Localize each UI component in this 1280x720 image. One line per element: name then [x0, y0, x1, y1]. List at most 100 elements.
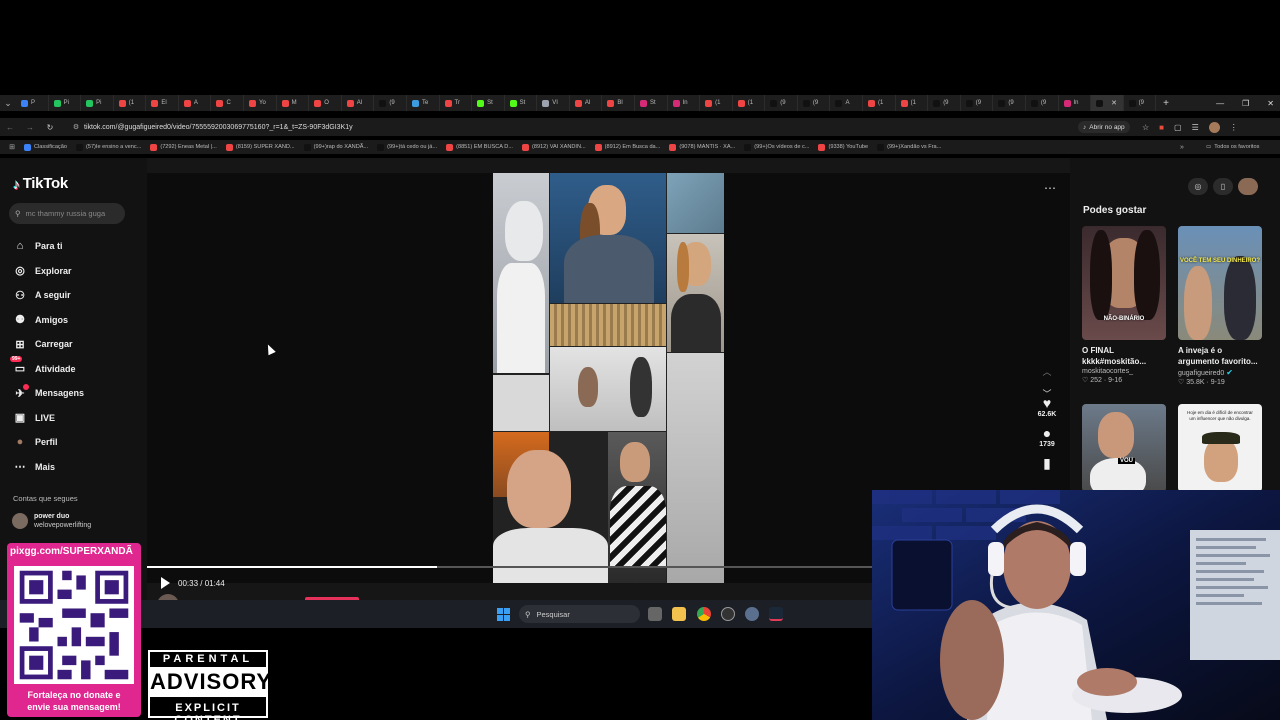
bookmark-item[interactable]: (8912) VAI XANDIN...: [521, 143, 586, 151]
browser-tab[interactable]: Te: [407, 95, 440, 111]
settings-icon[interactable]: [745, 607, 759, 621]
bookmark-item[interactable]: (99+)Xandão vs Fra...: [877, 143, 941, 151]
steam-icon[interactable]: [769, 607, 783, 621]
compass-small-icon[interactable]: ◎: [1188, 178, 1208, 195]
browser-tab[interactable]: (1: [863, 95, 896, 111]
browser-tab[interactable]: Al: [342, 95, 375, 111]
browser-tab[interactable]: St: [635, 95, 668, 111]
browser-tab[interactable]: O: [309, 95, 342, 111]
nav-item[interactable]: ⚉ Amigos: [13, 308, 84, 333]
video-progress-bar[interactable]: [147, 566, 872, 568]
bookmark-item[interactable]: (7292) Eneas Metal |...: [150, 143, 217, 151]
suggestion-card[interactable]: NÃO-BINÁRIO O FINAL kkkk#moskitão... mos…: [1082, 226, 1166, 384]
browser-tab[interactable]: (9: [961, 95, 994, 111]
browser-tab[interactable]: In: [1059, 95, 1092, 111]
browser-tab[interactable]: (9: [993, 95, 1026, 111]
bookmark-item[interactable]: (8851) EM BUSCA D...: [446, 143, 513, 151]
browser-tab[interactable]: (1: [896, 95, 929, 111]
browser-tab[interactable]: (9: [765, 95, 798, 111]
bookmark-star-icon[interactable]: ☆: [1142, 123, 1149, 132]
maximize-icon[interactable]: ❐: [1242, 99, 1249, 108]
browser-tab[interactable]: ✕: [1091, 95, 1124, 111]
back-icon[interactable]: ←: [0, 123, 20, 132]
nav-item[interactable]: ● Perfil: [13, 430, 84, 455]
comment-icon[interactable]: ●: [1043, 425, 1051, 441]
bookmark-item[interactable]: (9338) YouTube: [818, 143, 868, 151]
play-icon[interactable]: [161, 577, 170, 589]
windows-start-icon[interactable]: [497, 608, 510, 621]
browser-tab[interactable]: Tr: [440, 95, 473, 111]
browser-tab[interactable]: El: [146, 95, 179, 111]
chevron-up-icon[interactable]: ︿: [1040, 361, 1054, 383]
all-favorites-button[interactable]: ▭ Todos os favoritos: [1206, 140, 1259, 154]
tab-close-icon[interactable]: ✕: [1111, 99, 1117, 107]
browser-tab[interactable]: A: [830, 95, 864, 111]
bookmark-item[interactable]: (9078) MANTIS · XA...: [669, 143, 735, 151]
browser-tab[interactable]: In: [668, 95, 701, 111]
heart-icon[interactable]: ♥: [1043, 395, 1051, 411]
app-icon[interactable]: [721, 607, 735, 621]
bookmark-item[interactable]: (8912) Em Busca da...: [594, 143, 660, 151]
profile-avatar[interactable]: [1208, 121, 1220, 133]
browser-tab[interactable]: Yo: [244, 95, 277, 111]
task-view-icon[interactable]: [648, 607, 662, 621]
browser-tab[interactable]: (9: [1026, 95, 1059, 111]
following-item[interactable]: power duo welovepowerlifting: [12, 512, 91, 530]
menu-icon[interactable]: ⋮: [1230, 123, 1238, 132]
browser-tab[interactable]: Pi: [81, 95, 114, 111]
more-options-icon[interactable]: ⋯: [1044, 181, 1056, 195]
browser-tab[interactable]: Al: [570, 95, 603, 111]
bookmark-item[interactable]: (8159) SUPER XAND...: [225, 143, 295, 151]
search-input[interactable]: ⚲ mc thammy russia guga: [9, 203, 125, 224]
nav-item[interactable]: ✈ Mensagens: [13, 381, 84, 406]
suggestion-card[interactable]: VOU: [1082, 404, 1166, 492]
nav-item[interactable]: ⌂ Para ti: [13, 234, 84, 259]
reload-icon[interactable]: ↻: [40, 123, 60, 132]
file-explorer-icon[interactable]: [672, 607, 686, 621]
browser-tab[interactable]: (1: [114, 95, 147, 111]
tab-search-button[interactable]: ⌄: [0, 95, 16, 111]
side-panel-icon[interactable]: ☰: [1192, 123, 1199, 132]
browser-tab[interactable]: P: [16, 95, 49, 111]
browser-tab[interactable]: M: [277, 95, 310, 111]
close-window-icon[interactable]: ✕: [1267, 99, 1274, 108]
suggestion-card[interactable]: VOCÊ TEM SEU DINHEIRO? A inveja é o argu…: [1178, 226, 1262, 386]
bookmark-item[interactable]: (99+)rap do XANDÃ...: [303, 143, 368, 151]
nav-item[interactable]: ⊞ Carregar: [13, 332, 84, 357]
browser-tab[interactable]: Bl: [602, 95, 635, 111]
browser-tab[interactable]: (9: [928, 95, 961, 111]
apps-grid-icon[interactable]: ⊞: [0, 143, 24, 151]
nav-item[interactable]: ▣ LIVE: [13, 406, 84, 431]
taskbar-search[interactable]: ⚲ Pesquisar: [519, 605, 640, 623]
bookmark-item[interactable]: Classificação: [24, 143, 67, 151]
profile-avatar-small[interactable]: [1238, 178, 1258, 195]
minimize-icon[interactable]: —: [1216, 99, 1224, 108]
nav-item[interactable]: ⋯ Mais: [13, 455, 84, 480]
nav-item[interactable]: ◎ Explorar: [13, 259, 84, 284]
tiktok-logo[interactable]: ♪ TikTok: [13, 175, 68, 192]
phone-icon[interactable]: ▯: [1213, 178, 1233, 195]
browser-tab[interactable]: (9: [374, 95, 407, 111]
extension-icon[interactable]: ▢: [1174, 123, 1182, 132]
browser-tab[interactable]: St: [472, 95, 505, 111]
forward-icon[interactable]: →: [20, 123, 40, 132]
browser-tab[interactable]: VI: [537, 95, 570, 111]
address-bar[interactable]: ⚙ tiktok.com/@gugafigueired0/video/75555…: [68, 118, 1078, 136]
browser-tab[interactable]: (9: [798, 95, 831, 111]
chrome-icon[interactable]: [697, 607, 711, 621]
bookmark-item[interactable]: (57)Ie ensino a venc...: [75, 143, 141, 151]
browser-tab[interactable]: Pi: [49, 95, 82, 111]
browser-tab[interactable]: St: [505, 95, 538, 111]
browser-tab[interactable]: A: [179, 95, 212, 111]
site-info-icon[interactable]: ⚙: [68, 123, 84, 131]
open-in-app-button[interactable]: ♪ Abrir no app: [1078, 121, 1130, 133]
nav-item[interactable]: ⚇ A seguir: [13, 283, 84, 308]
extension-red-icon[interactable]: ■: [1159, 123, 1164, 132]
bookmarks-overflow-icon[interactable]: »: [1180, 140, 1184, 154]
bookmark-item[interactable]: (99+)tá cedo ou já...: [377, 143, 437, 151]
browser-tab[interactable]: (9: [1124, 95, 1156, 111]
browser-tab[interactable]: (1: [733, 95, 766, 111]
browser-tab[interactable]: C: [211, 95, 245, 111]
browser-tab[interactable]: (1: [700, 95, 733, 111]
bookmark-icon[interactable]: ▮: [1043, 455, 1051, 471]
